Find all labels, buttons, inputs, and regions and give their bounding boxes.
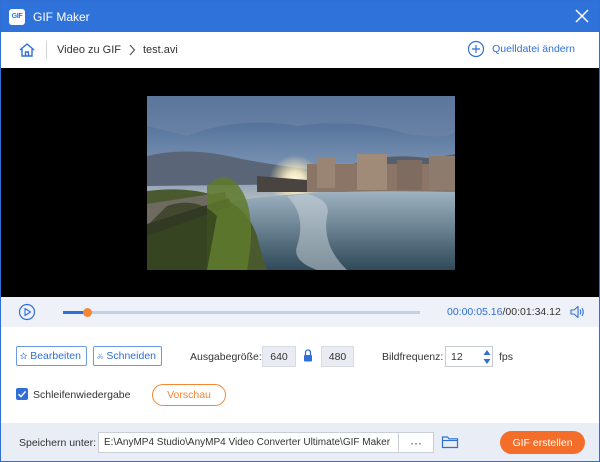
gif-app-icon: GIF — [9, 8, 25, 25]
loop-checkbox[interactable] — [16, 388, 28, 400]
scissors-icon — [97, 353, 103, 359]
close-icon[interactable] — [573, 7, 591, 25]
edit-label: Bearbeiten — [30, 350, 81, 362]
plus-circle-icon — [467, 40, 485, 58]
playback-bar: 00:00:05.16/00:01:34.12 — [1, 297, 599, 327]
change-source-button[interactable]: Quelldatei ändern — [467, 40, 575, 58]
volume-icon[interactable] — [569, 304, 585, 320]
video-preview-area — [1, 68, 599, 297]
star-edit-icon — [20, 352, 27, 360]
cut-button[interactable]: Schneiden — [93, 346, 162, 366]
width-input[interactable]: 640 — [262, 346, 296, 367]
height-input[interactable]: 480 — [321, 346, 354, 367]
window-title: GIF Maker — [33, 9, 90, 24]
save-path-input[interactable]: E:\AnyMP4 Studio\AnyMP4 Video Converter … — [98, 432, 399, 453]
seek-bar-handle[interactable] — [82, 308, 92, 317]
preview-button[interactable]: Vorschau — [152, 384, 226, 406]
create-gif-button[interactable]: GIF erstellen — [500, 431, 585, 454]
total-time: 00:01:34.12 — [505, 306, 561, 318]
gif-maker-window: GIF GIF Maker Video zu GIF test.avi Quel… — [0, 0, 600, 462]
chevron-right-icon — [129, 44, 136, 56]
options-panel: Bearbeiten Schneiden Ausgabegröße: 640 4… — [1, 327, 599, 423]
frame-rate-value: 12 — [451, 350, 463, 363]
output-size-label: Ausgabegröße: — [190, 351, 262, 363]
save-to-label: Speichern unter: — [19, 437, 97, 449]
browse-path-button[interactable]: ··· — [399, 432, 434, 453]
nav-separator — [46, 41, 47, 59]
footer-bar: Speichern unter: E:\AnyMP4 Studio\AnyMP4… — [1, 423, 599, 461]
video-frame-image — [147, 96, 455, 270]
seek-bar[interactable] — [63, 308, 420, 317]
spin-down-icon[interactable] — [482, 357, 492, 366]
edit-button[interactable]: Bearbeiten — [16, 346, 87, 366]
cut-label: Schneiden — [106, 350, 156, 362]
current-time: 00:00:05.16 — [447, 306, 503, 318]
checkmark-icon — [18, 390, 27, 398]
save-path-value: E:\AnyMP4 Studio\AnyMP4 Video Converter … — [104, 437, 391, 448]
loop-label[interactable]: Schleifenwiedergabe — [33, 389, 130, 401]
folder-icon[interactable] — [441, 434, 459, 450]
play-icon[interactable] — [18, 303, 36, 321]
breadcrumb-video-to-gif[interactable]: Video zu GIF — [57, 44, 121, 56]
time-display: 00:00:05.16/00:01:34.12 — [447, 306, 561, 318]
fps-unit-label: fps — [499, 351, 514, 363]
nav-bar: Video zu GIF test.avi Quelldatei ändern — [1, 32, 599, 68]
lock-icon[interactable] — [303, 349, 313, 362]
change-source-label: Quelldatei ändern — [492, 43, 575, 55]
breadcrumb-current-file: test.avi — [143, 44, 178, 56]
frame-rate-label: Bildfrequenz: — [382, 351, 444, 363]
title-bar: GIF GIF Maker — [1, 1, 599, 32]
spin-up-icon[interactable] — [482, 348, 492, 357]
home-icon[interactable] — [18, 41, 36, 59]
